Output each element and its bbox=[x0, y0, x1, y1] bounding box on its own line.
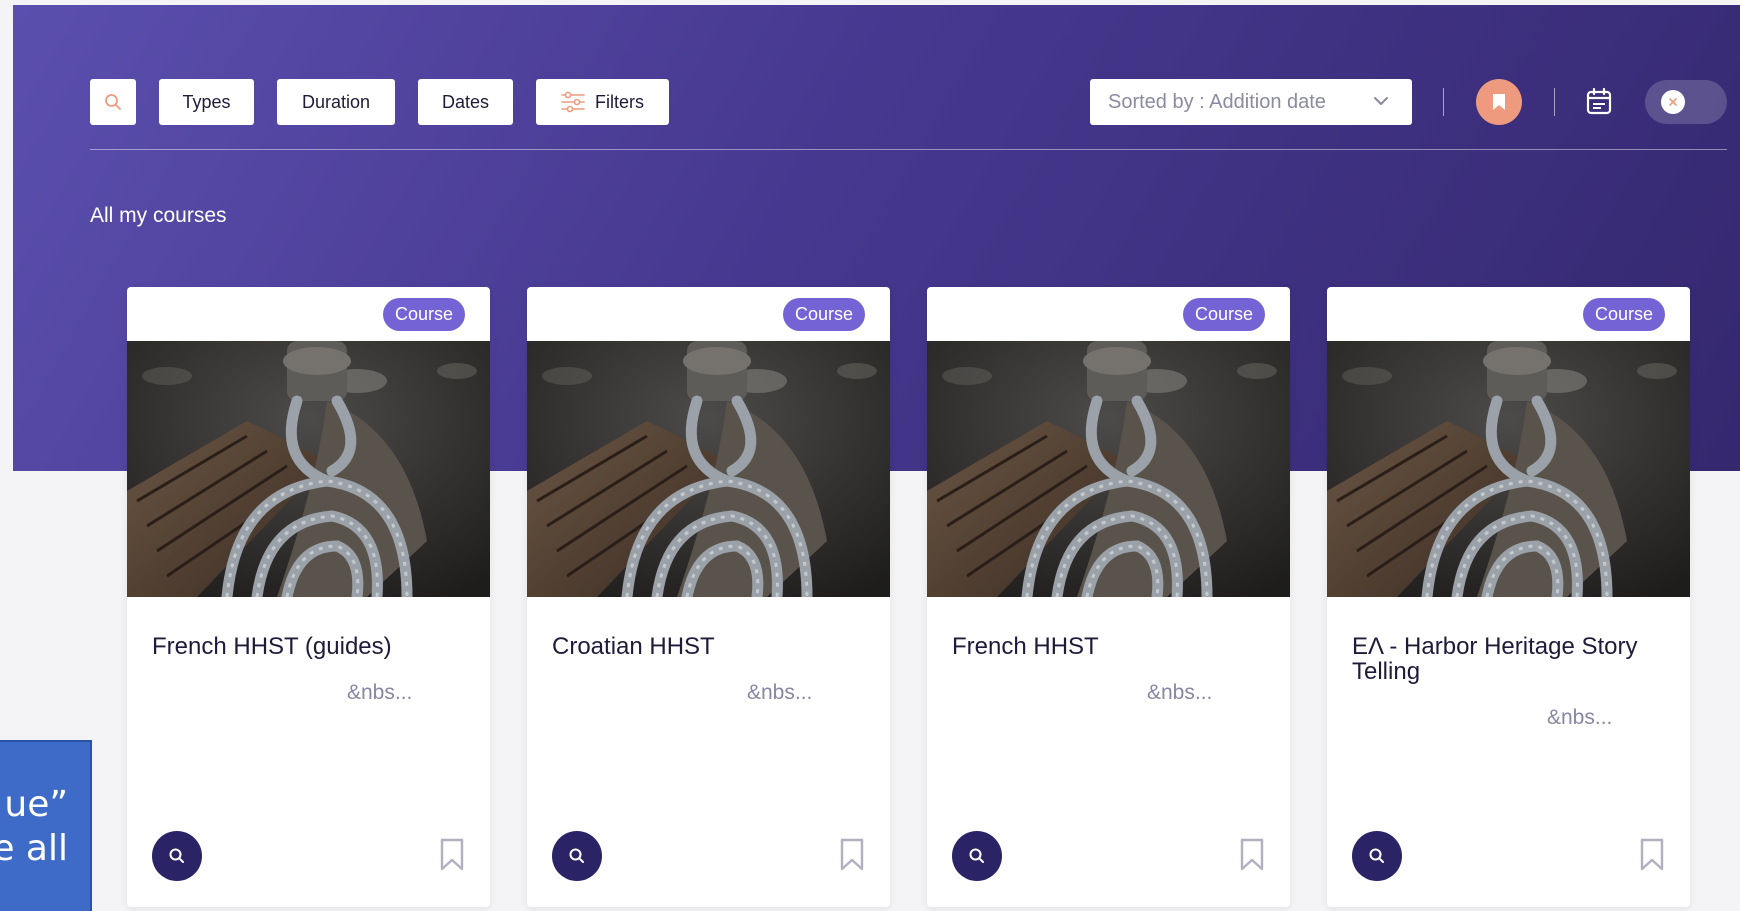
chevron-down-icon bbox=[1374, 97, 1388, 105]
view-course-button[interactable] bbox=[552, 831, 602, 881]
search-icon bbox=[569, 848, 584, 863]
duration-filter-button[interactable]: Duration bbox=[277, 79, 395, 125]
course-type-badge: Course bbox=[1182, 298, 1265, 331]
course-type-badge: Course bbox=[1582, 298, 1665, 331]
bookmarked-filter-button[interactable] bbox=[1476, 79, 1522, 125]
course-title[interactable]: French HHST bbox=[952, 634, 1272, 659]
sort-dropdown[interactable]: Sorted by : Addition date bbox=[1090, 79, 1412, 125]
course-title[interactable]: French HHST (guides) bbox=[152, 634, 472, 659]
sliders-icon bbox=[561, 91, 585, 113]
course-excerpt: &nbs... bbox=[347, 681, 413, 704]
course-card[interactable]: Course French HHST (guides) &nbs... bbox=[127, 287, 490, 907]
course-type-badge: Course bbox=[382, 298, 465, 331]
search-icon bbox=[1369, 848, 1384, 863]
types-filter-button[interactable]: Types bbox=[159, 79, 254, 125]
sort-label: Sorted by : Addition date bbox=[1108, 90, 1326, 113]
course-thumbnail bbox=[927, 341, 1290, 597]
toolbar-divider bbox=[90, 149, 1727, 150]
view-course-button[interactable] bbox=[1352, 831, 1402, 881]
course-card[interactable]: Course French HHST &nbs... bbox=[927, 287, 1290, 907]
course-thumbnail bbox=[127, 341, 490, 597]
course-excerpt: &nbs... bbox=[747, 681, 813, 704]
search-icon bbox=[169, 848, 184, 863]
bookmark-icon[interactable] bbox=[1239, 838, 1265, 872]
filter-toolbar: Types Duration Dates Filters bbox=[90, 79, 692, 125]
calendar-view-button[interactable] bbox=[1586, 87, 1612, 115]
filters-label: Filters bbox=[595, 91, 644, 112]
tooltip-text-line: ee all bbox=[0, 828, 68, 869]
dates-filter-button[interactable]: Dates bbox=[418, 79, 513, 125]
bookmark-icon[interactable] bbox=[839, 838, 865, 872]
search-icon bbox=[105, 94, 121, 110]
course-title[interactable]: ΕΛ - Harbor Heritage Story Telling bbox=[1352, 634, 1672, 684]
course-excerpt: &nbs... bbox=[1547, 706, 1613, 729]
view-toggle-switch[interactable] bbox=[1645, 80, 1727, 124]
course-type-badge: Course bbox=[782, 298, 865, 331]
view-course-button[interactable] bbox=[152, 831, 202, 881]
course-excerpt: &nbs... bbox=[1147, 681, 1213, 704]
course-card[interactable]: Course Croatian HHST &nbs... bbox=[527, 287, 890, 907]
divider bbox=[1554, 88, 1555, 116]
course-card[interactable]: Course ΕΛ - Harbor Heritage Story Tellin… bbox=[1327, 287, 1690, 907]
bookmark-icon bbox=[1493, 94, 1505, 110]
calendar-icon bbox=[1586, 87, 1612, 115]
divider bbox=[1443, 88, 1444, 116]
filters-button[interactable]: Filters bbox=[536, 79, 669, 125]
toggle-knob bbox=[1661, 90, 1685, 114]
view-course-button[interactable] bbox=[952, 831, 1002, 881]
close-icon bbox=[1669, 98, 1677, 106]
course-thumbnail bbox=[1327, 341, 1690, 597]
search-icon bbox=[969, 848, 984, 863]
course-thumbnail bbox=[527, 341, 890, 597]
bookmark-icon[interactable] bbox=[1639, 838, 1665, 872]
search-button[interactable] bbox=[90, 79, 136, 125]
section-title: All my courses bbox=[90, 204, 227, 227]
tooltip-text-line: ue” bbox=[4, 784, 68, 825]
bookmark-icon[interactable] bbox=[439, 838, 465, 872]
onboarding-tooltip: ue” ee all bbox=[0, 740, 92, 911]
course-title[interactable]: Croatian HHST bbox=[552, 634, 872, 659]
